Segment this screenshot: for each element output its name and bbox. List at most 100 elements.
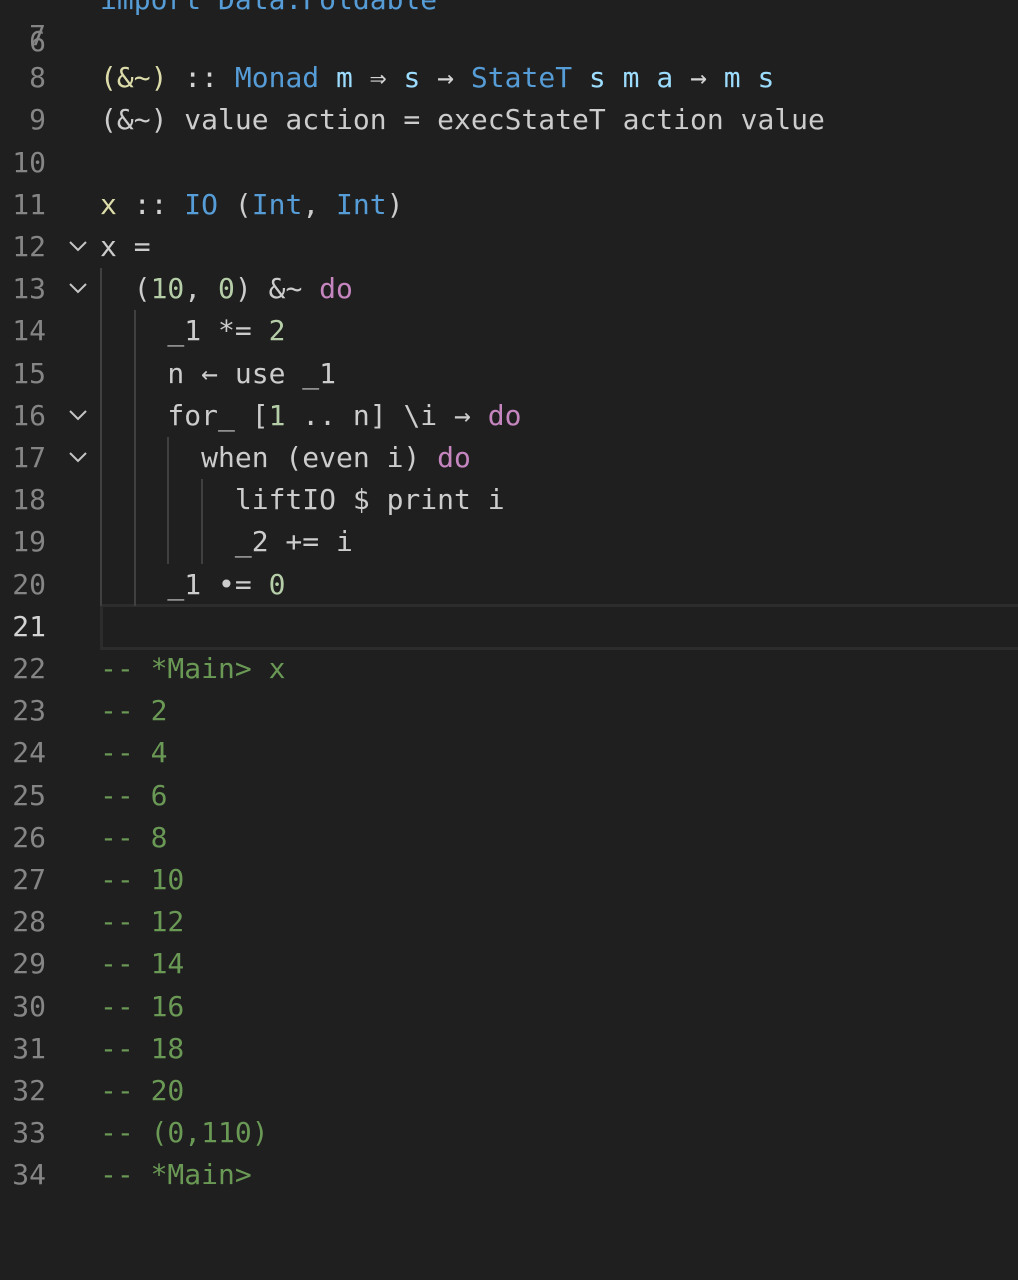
line-number: 10 (12, 145, 46, 179)
code-token: -- 12 (100, 905, 185, 939)
code-line[interactable]: 22 -- *Main> x (0, 648, 1018, 690)
code-token: -- 2 (100, 694, 168, 728)
line-number: 13 (12, 272, 46, 306)
code-token: s (588, 61, 606, 95)
code-line[interactable]: 13 (10, 0) &~ do (0, 268, 1018, 310)
code-token: -- 10 (100, 863, 185, 896)
line-number: 9 (29, 103, 46, 137)
code-token: ⇒ (352, 61, 404, 95)
code-token: 2 (268, 314, 286, 348)
line-number: 24 (12, 736, 46, 770)
code-line[interactable]: 20 _1 •= 0 (0, 564, 1018, 606)
code-line[interactable]: 10 (0, 142, 1018, 184)
code-text: -- 6 (100, 775, 167, 817)
chevron-down-icon[interactable] (66, 437, 90, 479)
code-line[interactable]: 34 -- *Main> (0, 1154, 1018, 1196)
code-line[interactable]: 18 liftIO $ print i (0, 479, 1018, 521)
code-token: when (even i) (100, 441, 438, 474)
code-token: -- 8 (100, 820, 168, 854)
code-token: → (673, 61, 724, 95)
code-line[interactable]: 11 x :: IO (Int, Int) (0, 184, 1018, 226)
code-line[interactable]: 15 n ← use _1 (0, 353, 1018, 395)
code-text: -- *Main> x (100, 648, 285, 690)
line-number: 17 (12, 441, 46, 474)
code-token: _1 •= (100, 567, 269, 601)
line-number: 7 (29, 19, 46, 52)
line-number: 32 (12, 1074, 46, 1107)
code-line[interactable]: 29 -- 14 (0, 943, 1018, 985)
code-text: x :: IO (Int, Int) (100, 184, 403, 226)
code-line[interactable]: 31 -- 18 (0, 1028, 1018, 1070)
code-line[interactable]: 30 -- 16 (0, 986, 1018, 1028)
code-text: -- 8 (100, 817, 167, 859)
code-token: Int (251, 187, 303, 221)
code-text: (&~) value action = execStateT action va… (100, 99, 825, 141)
code-line[interactable]: 24 -- 4 (0, 732, 1018, 774)
code-token: IO (184, 187, 219, 221)
code-line[interactable]: 33 -- (0,110) (0, 1112, 1018, 1154)
line-number: 34 (12, 1158, 46, 1192)
code-text: -- 10 (100, 859, 184, 901)
current-code-line[interactable]: 21 (0, 603, 1018, 650)
code-text: for_ [1 .. n] \i → do (100, 395, 521, 437)
code-token: ( (100, 272, 151, 306)
line-number: 11 (12, 187, 46, 221)
line-number: 28 (12, 905, 46, 939)
code-token: -- 14 (100, 947, 185, 981)
code-text: -- *Main> (100, 1154, 252, 1196)
code-line[interactable]: 26 -- 8 (0, 817, 1018, 859)
code-text: _2 += i (100, 521, 353, 563)
code-token: liftIO $ print i (100, 483, 505, 517)
code-text: -- (0,110) (100, 1112, 269, 1154)
code-token: (&~) value action = execStateT action va… (100, 103, 825, 137)
line-number: 19 (12, 525, 46, 559)
code-line[interactable]: 25 -- 6 (0, 775, 1018, 817)
code-line[interactable]: 14 _1 *= 2 (0, 310, 1018, 352)
code-text: liftIO $ print i (100, 479, 505, 521)
code-token: ( (218, 187, 252, 221)
chevron-down-icon[interactable] (66, 268, 90, 310)
code-line[interactable]: 32 -- 20 (0, 1070, 1018, 1112)
code-line[interactable]: 17 when (even i) do (0, 437, 1018, 479)
line-number: 15 (12, 356, 46, 390)
line-number: 8 (29, 61, 46, 95)
code-token: ) &~ (234, 272, 320, 306)
code-line[interactable]: 23 -- 2 (0, 690, 1018, 732)
code-token: , (302, 187, 337, 221)
code-token: Int (336, 187, 387, 221)
line-number: 27 (12, 863, 46, 896)
code-token: for_ [ (100, 398, 269, 432)
code-line[interactable]: 12 x = (0, 226, 1018, 268)
code-line[interactable]: 16 for_ [1 .. n] \i → do (0, 395, 1018, 437)
code-token: x (100, 187, 117, 221)
code-line[interactable]: 7 (0, 15, 1018, 57)
code-text: -- 4 (100, 732, 167, 774)
code-line[interactable]: 8 (&~) :: Monad m ⇒ s → StateT s m a → m … (0, 57, 1018, 99)
code-token: 0 (268, 567, 286, 601)
line-number: 30 (12, 989, 46, 1023)
code-text: -- 14 (100, 943, 184, 985)
line-number: 18 (12, 483, 46, 517)
code-token: , (184, 272, 219, 306)
indent-guide (167, 437, 170, 564)
code-token: -- *Main> x (100, 652, 286, 685)
indent-guide (201, 479, 204, 564)
code-line[interactable]: 19 _2 += i (0, 521, 1018, 563)
chevron-down-icon[interactable] (66, 226, 90, 268)
code-token: x = (100, 230, 151, 263)
code-text: (&~) :: Monad m ⇒ s → StateT s m a → m s (100, 57, 774, 99)
code-token: :: (167, 61, 235, 95)
code-text: -- 20 (100, 1070, 184, 1112)
code-token: (&~) (100, 61, 168, 95)
code-line[interactable]: 27 -- 10 (0, 859, 1018, 901)
line-number: 21 (12, 609, 46, 643)
code-token: 0 (218, 272, 235, 306)
code-line[interactable]: 28 -- 12 (0, 901, 1018, 943)
code-line[interactable]: 9 (&~) value action = execStateT action v… (0, 99, 1018, 141)
code-text: _1 •= 0 (100, 564, 285, 606)
chevron-down-icon[interactable] (66, 395, 90, 437)
code-editor[interactable]: 6 import Data.Foldable 78(&~) :: Monad m… (0, 0, 1018, 1280)
